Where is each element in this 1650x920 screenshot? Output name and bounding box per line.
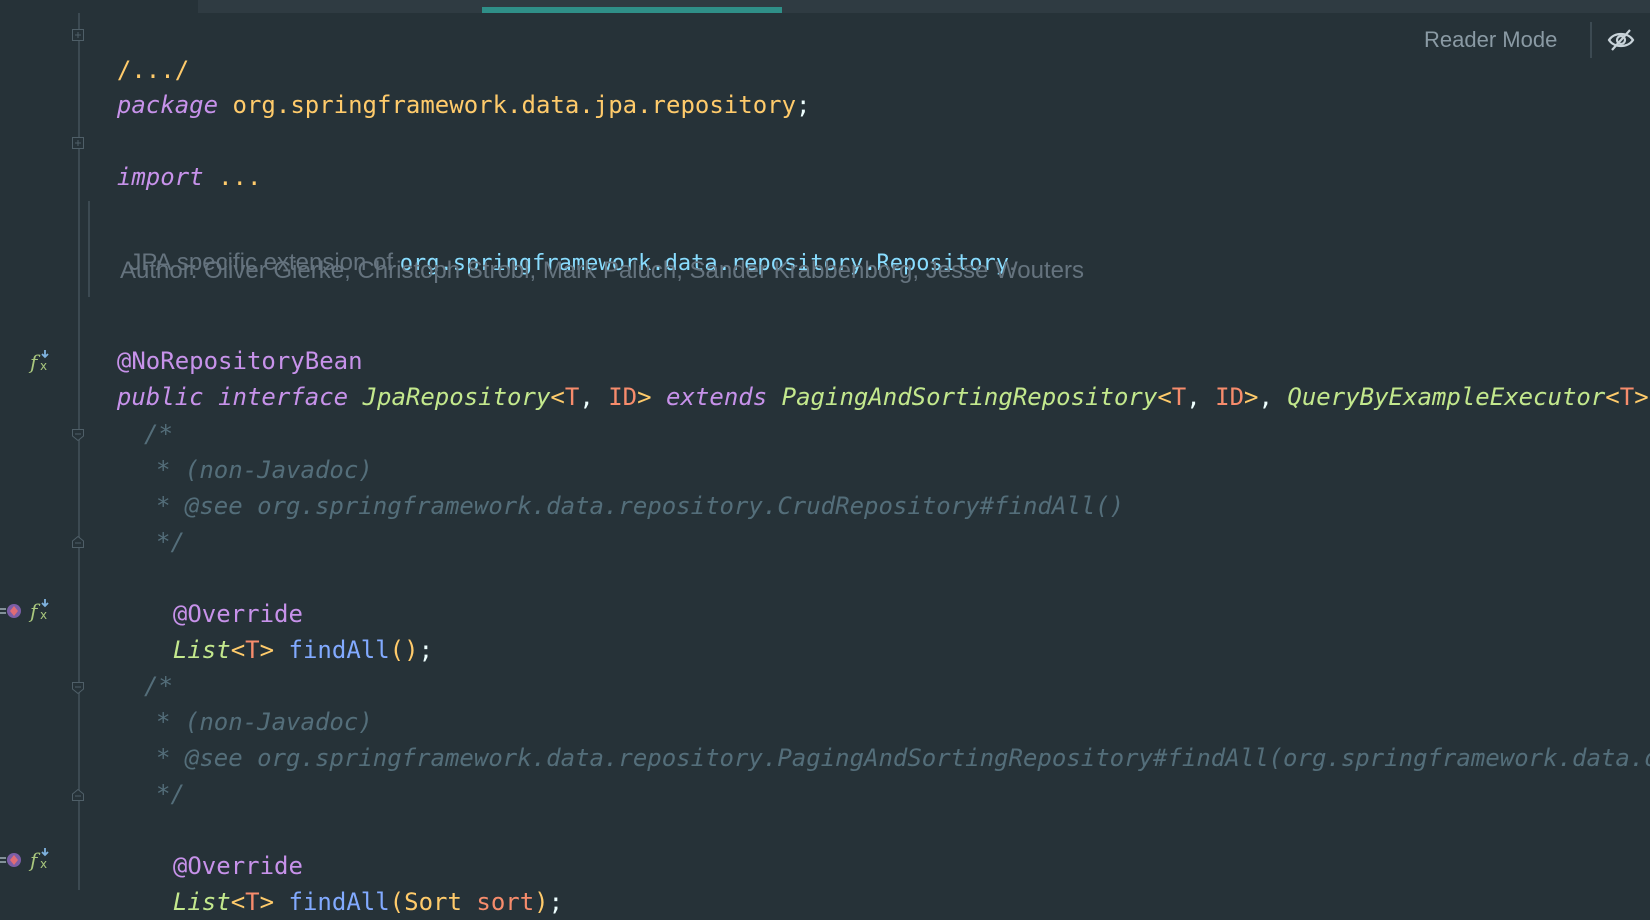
package-name: org.springframework.data.jpa.repository: [232, 91, 797, 119]
return-type-list: List: [172, 888, 231, 916]
type-param-T: T: [564, 383, 580, 411]
keyword-package: package: [116, 91, 219, 119]
code-line-method-findall: List<T> findAll();: [144, 596, 433, 664]
comment-line: * (non-Javadoc): [156, 708, 373, 736]
generic-open: <: [230, 636, 246, 664]
paren-open: (: [389, 888, 405, 916]
fold-collapse-icon[interactable]: [72, 682, 84, 694]
type-param-T: T: [245, 636, 260, 664]
editor-tab-inactive[interactable]: [0, 0, 198, 13]
comment-line: * @see org.springframework.data.reposito…: [156, 744, 1650, 772]
generic-open: <: [550, 383, 565, 411]
generic-close: >: [637, 383, 652, 411]
return-type-list: List: [172, 636, 231, 664]
generic-open: <: [230, 888, 246, 916]
comment-close: */: [156, 528, 185, 556]
param-name-sort: sort: [476, 888, 535, 916]
semicolon: ;: [418, 636, 434, 664]
javadoc-description: JPA specific extension of org.springfram…: [116, 209, 1015, 276]
keyword-public: public: [116, 383, 204, 411]
code-line-package: package org.springframework.data.jpa.rep…: [88, 51, 811, 119]
implemented-icon[interactable]: f x: [28, 348, 54, 374]
javadoc-author: Author: Oliver Gierke, Christoph Strobl,…: [120, 257, 1084, 284]
eye-off-icon[interactable]: [1607, 28, 1635, 52]
fold-expand-icon[interactable]: [72, 29, 84, 41]
editor-tab-active-indicator[interactable]: [482, 7, 782, 13]
comma: ,: [579, 383, 609, 411]
code-line-interface-decl: public interface JpaRepository<T, ID> ex…: [88, 343, 1650, 411]
keyword-import: import: [116, 163, 204, 191]
type-param-ID: ID: [1215, 383, 1245, 411]
code-line-header-fold[interactable]: /.../: [88, 16, 189, 84]
paren-close: ): [534, 888, 549, 916]
reader-mode-button[interactable]: Reader Mode: [1424, 24, 1557, 56]
reader-mode-separator: [1590, 22, 1592, 58]
generic-open: <: [1605, 383, 1620, 411]
fold-collapse-icon[interactable]: [72, 429, 84, 441]
comment-open: /*: [144, 672, 173, 700]
comment-line: * @see org.springframework.data.reposito…: [156, 492, 1125, 520]
code-line-override: @Override: [144, 812, 303, 880]
type-param-ID: ID: [608, 383, 638, 411]
implemented-icon[interactable]: f x: [28, 597, 54, 623]
keyword-interface: interface: [218, 383, 349, 411]
comment-line: * (non-Javadoc): [156, 456, 373, 484]
interface-name: JpaRepository: [362, 383, 551, 411]
code-line-method-findall-sort: List<T> findAll(Sort sort);: [144, 848, 563, 916]
type-param-T: T: [1619, 383, 1635, 411]
overrides-icon[interactable]: [0, 599, 24, 623]
fold-expand-icon[interactable]: [72, 137, 84, 149]
method-name-findall: findAll: [288, 636, 390, 664]
editor-tab-bar: [0, 0, 1650, 13]
code-line-import[interactable]: import ...: [88, 123, 262, 191]
super-interface-paging: PagingAndSortingRepository: [781, 383, 1158, 411]
type-param-T: T: [1171, 383, 1187, 411]
implemented-icon[interactable]: f x: [28, 846, 54, 872]
generic-close: >: [1634, 383, 1649, 411]
overrides-icon[interactable]: [0, 848, 24, 872]
folded-imports[interactable]: ...: [218, 163, 261, 191]
param-type-sort: Sort: [404, 888, 462, 916]
svg-text:x: x: [40, 359, 47, 373]
generic-close: >: [259, 888, 275, 916]
comment-open: /*: [144, 420, 173, 448]
comment-close: */: [156, 780, 185, 808]
super-interface-qbe: QueryByExampleExecutor: [1287, 383, 1606, 411]
code-line-override: @Override: [144, 560, 303, 628]
fold-end-icon[interactable]: [72, 536, 84, 548]
parens: (): [389, 636, 419, 664]
generic-close: >: [259, 636, 275, 664]
svg-text:x: x: [40, 857, 47, 871]
code-line-annotation: @NoRepositoryBean: [88, 307, 363, 375]
generic-close: >: [1244, 383, 1259, 411]
method-name-findall: findAll: [288, 888, 390, 916]
semicolon: ;: [796, 91, 811, 119]
type-param-T: T: [245, 888, 260, 916]
semicolon: ;: [548, 888, 564, 916]
keyword-extends: extends: [666, 383, 768, 411]
svg-text:x: x: [40, 608, 47, 622]
generic-open: <: [1157, 383, 1172, 411]
comma: ,: [1186, 383, 1216, 411]
comma: ,: [1258, 383, 1288, 411]
fold-end-icon[interactable]: [72, 789, 84, 801]
